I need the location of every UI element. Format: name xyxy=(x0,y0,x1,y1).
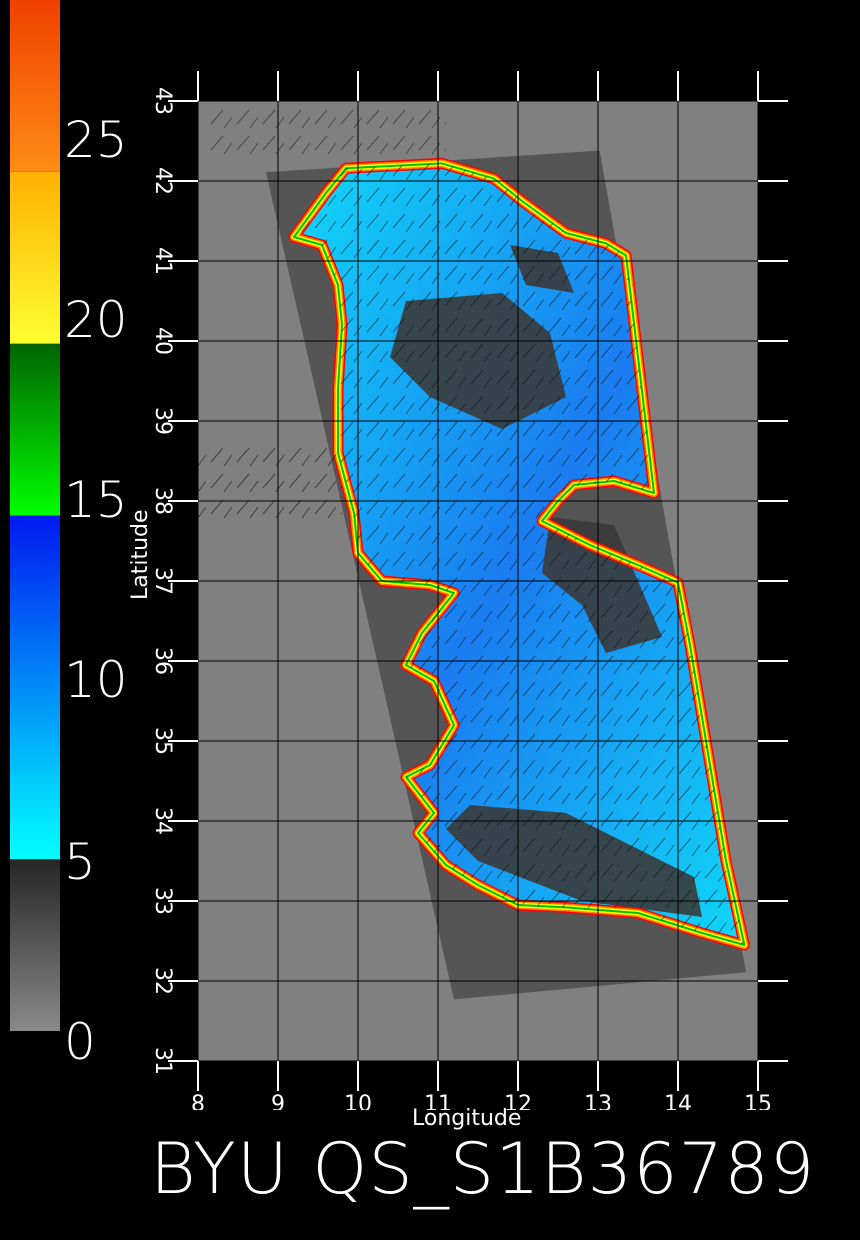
lat-tick-label: 38 xyxy=(150,487,175,515)
lon-tick-label: 10 xyxy=(344,1092,372,1110)
lat-tick-label: 33 xyxy=(150,887,175,915)
wind-vectors-north xyxy=(206,109,446,157)
lat-tick-label: 36 xyxy=(150,647,175,675)
lat-tick-label: 37 xyxy=(150,567,175,595)
lon-tick-label: 9 xyxy=(271,1092,285,1110)
y-axis-label: Latitude xyxy=(128,509,153,600)
lat-tick-label: 43 xyxy=(150,87,175,115)
lon-tick-label: 8 xyxy=(191,1092,205,1110)
lat-tick-label: 32 xyxy=(150,967,175,995)
lat-tick-label: 31 xyxy=(150,1047,175,1075)
image-title: BYU QS_S1B36789 xyxy=(150,1128,816,1210)
lat-tick-label: 34 xyxy=(150,807,175,835)
lat-tick-label: 41 xyxy=(150,247,175,275)
wind-vectors-west xyxy=(198,445,342,525)
lat-tick-label: 40 xyxy=(150,327,175,355)
lon-tick-label: 15 xyxy=(744,1092,772,1110)
lon-tick-label: 14 xyxy=(664,1092,692,1110)
lat-tick-label: 42 xyxy=(150,167,175,195)
lat-tick-label: 35 xyxy=(150,727,175,755)
lat-tick-label: 39 xyxy=(150,407,175,435)
lon-tick-label: 13 xyxy=(584,1092,612,1110)
